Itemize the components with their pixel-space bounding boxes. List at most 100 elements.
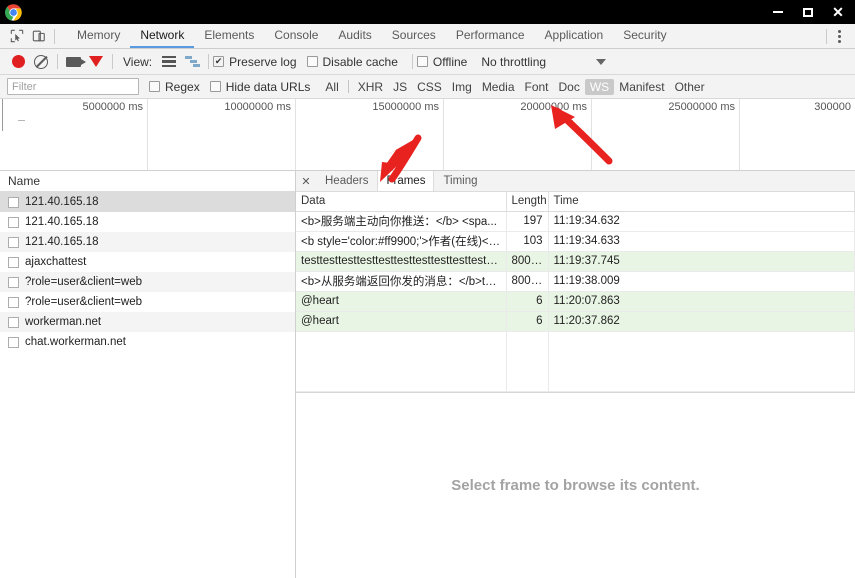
tab-application[interactable]: Application: [535, 24, 614, 48]
disable-cache-checkbox[interactable]: Disable cache: [307, 55, 398, 69]
frame-time: 11:20:37.862: [548, 311, 855, 331]
frame-time: 11:20:07.863: [548, 291, 855, 311]
toolbar-separator-2: [112, 54, 113, 69]
list-item[interactable]: 121.40.165.18: [0, 232, 295, 252]
filler-cell-time: [548, 331, 855, 391]
tab-audits[interactable]: Audits: [328, 24, 381, 48]
view-list-icon[interactable]: [158, 51, 180, 73]
tab-memory[interactable]: Memory: [67, 24, 130, 48]
row-checkbox[interactable]: [8, 337, 19, 348]
filter-type-img[interactable]: Img: [447, 79, 477, 95]
frame-length: 80000: [506, 251, 548, 271]
list-item[interactable]: 121.40.165.18: [0, 212, 295, 232]
overview-tick-5: 25000000 ms: [592, 99, 740, 171]
hide-data-urls-box[interactable]: [210, 81, 221, 92]
overview-tick-2: 10000000 ms: [148, 99, 296, 171]
regex-checkbox[interactable]: Regex: [149, 80, 200, 94]
close-button[interactable]: ✕: [823, 2, 853, 22]
table-row[interactable]: @heart 6 11:20:37.862: [296, 311, 855, 331]
maximize-button[interactable]: [793, 2, 823, 22]
list-item[interactable]: 121.40.165.18: [0, 192, 295, 212]
table-row[interactable]: testtesttesttesttesttesttesttesttesttest…: [296, 251, 855, 271]
view-waterfall-icon[interactable]: [181, 51, 203, 73]
filter-type-other[interactable]: Other: [670, 79, 710, 95]
preserve-log-checkbox[interactable]: Preserve log: [213, 55, 296, 69]
table-filler-row: [296, 331, 855, 391]
filter-icon[interactable]: [85, 51, 107, 73]
table-row[interactable]: @heart 6 11:20:07.863: [296, 291, 855, 311]
table-row[interactable]: <b>服务端主动向你推送：</b> <spa... 197 11:19:34.6…: [296, 211, 855, 231]
record-button[interactable]: [7, 51, 29, 73]
close-icon[interactable]: ✕: [296, 171, 316, 191]
list-item[interactable]: ?role=user&client=web: [0, 272, 295, 292]
disable-cache-box[interactable]: [307, 56, 318, 67]
row-checkbox[interactable]: [8, 297, 19, 308]
filter-type-css[interactable]: CSS: [412, 79, 447, 95]
filter-type-media[interactable]: Media: [477, 79, 520, 95]
request-name: workerman.net: [25, 316, 101, 328]
overview-tick-1: 5000000 ms: [0, 99, 148, 171]
filter-type-manifest[interactable]: Manifest: [614, 79, 669, 95]
tab-security[interactable]: Security: [613, 24, 676, 48]
column-header-length[interactable]: Length: [506, 192, 548, 211]
row-checkbox[interactable]: [8, 237, 19, 248]
filter-type-font[interactable]: Font: [520, 79, 554, 95]
network-main-area: Name 121.40.165.18 121.40.165.18 121.40.…: [0, 171, 855, 578]
row-checkbox[interactable]: [8, 197, 19, 208]
list-item[interactable]: workerman.net: [0, 312, 295, 332]
chevron-down-icon[interactable]: [596, 59, 606, 65]
frames-empty-message: Select frame to browse its content.: [296, 393, 855, 578]
clear-button[interactable]: [30, 51, 52, 73]
toolbar-separator-1: [57, 54, 58, 69]
regex-box[interactable]: [149, 81, 160, 92]
overview-tick-label-5: 25000000 ms: [668, 101, 735, 113]
tab-elements[interactable]: Elements: [194, 24, 264, 48]
frames-table: Data Length Time <b>服务端主动向你推送：</b> <spa.…: [296, 192, 855, 392]
minimize-button[interactable]: [763, 2, 793, 22]
filter-input[interactable]: [7, 78, 139, 95]
filter-type-js[interactable]: JS: [388, 79, 412, 95]
tab-sources[interactable]: Sources: [382, 24, 446, 48]
filter-type-xhr[interactable]: XHR: [353, 79, 388, 95]
row-checkbox[interactable]: [8, 217, 19, 228]
filler-cell-data: [296, 331, 506, 391]
table-row[interactable]: <b>从服务端返回你发的消息：</b>te... 80019 11:19:38.…: [296, 271, 855, 291]
filter-type-doc[interactable]: Doc: [554, 79, 585, 95]
devtools-window: ✕ Memory Network Elements Conso: [0, 0, 855, 578]
row-checkbox[interactable]: [8, 277, 19, 288]
more-options-icon[interactable]: [829, 24, 849, 49]
table-row[interactable]: <b style='color:#ff9900;'>作者(在线)</... 10…: [296, 231, 855, 251]
tab-performance[interactable]: Performance: [446, 24, 535, 48]
offline-box[interactable]: [417, 56, 428, 67]
network-timeline-overview[interactable]: 5000000 ms 10000000 ms 15000000 ms 20000…: [0, 99, 855, 171]
inspect-element-icon[interactable]: [6, 25, 28, 47]
list-item[interactable]: chat.workerman.net: [0, 332, 295, 352]
preserve-log-box[interactable]: [213, 56, 224, 67]
column-header-time[interactable]: Time: [548, 192, 855, 211]
device-toolbar-icon[interactable]: [28, 25, 50, 47]
list-item[interactable]: ?role=user&client=web: [0, 292, 295, 312]
devtools-tabstrip: Memory Network Elements Console Audits S…: [0, 24, 855, 49]
camera-icon[interactable]: [62, 51, 84, 73]
detail-tabstrip: ✕ Headers Frames Timing: [296, 171, 855, 192]
frame-length: 197: [506, 211, 548, 231]
filter-type-ws[interactable]: WS: [585, 79, 614, 95]
tab-frames[interactable]: Frames: [377, 171, 434, 191]
overview-tick-4: 20000000 ms: [444, 99, 592, 171]
offline-checkbox[interactable]: Offline: [417, 55, 467, 69]
tab-console[interactable]: Console: [264, 24, 328, 48]
row-checkbox[interactable]: [8, 257, 19, 268]
tab-timing[interactable]: Timing: [434, 171, 486, 191]
requests-column-header[interactable]: Name: [0, 171, 295, 192]
requests-list[interactable]: 121.40.165.18 121.40.165.18 121.40.165.1…: [0, 192, 295, 578]
tab-network[interactable]: Network: [130, 24, 194, 48]
filter-type-all[interactable]: All: [320, 79, 343, 95]
throttling-select[interactable]: No throttling: [481, 55, 546, 69]
filler-cell-length: [506, 331, 548, 391]
hide-data-urls-checkbox[interactable]: Hide data URLs: [210, 80, 311, 94]
frame-data: @heart: [296, 311, 506, 331]
column-header-data[interactable]: Data: [296, 192, 506, 211]
tab-headers[interactable]: Headers: [316, 171, 377, 191]
list-item[interactable]: ajaxchattest: [0, 252, 295, 272]
row-checkbox[interactable]: [8, 317, 19, 328]
